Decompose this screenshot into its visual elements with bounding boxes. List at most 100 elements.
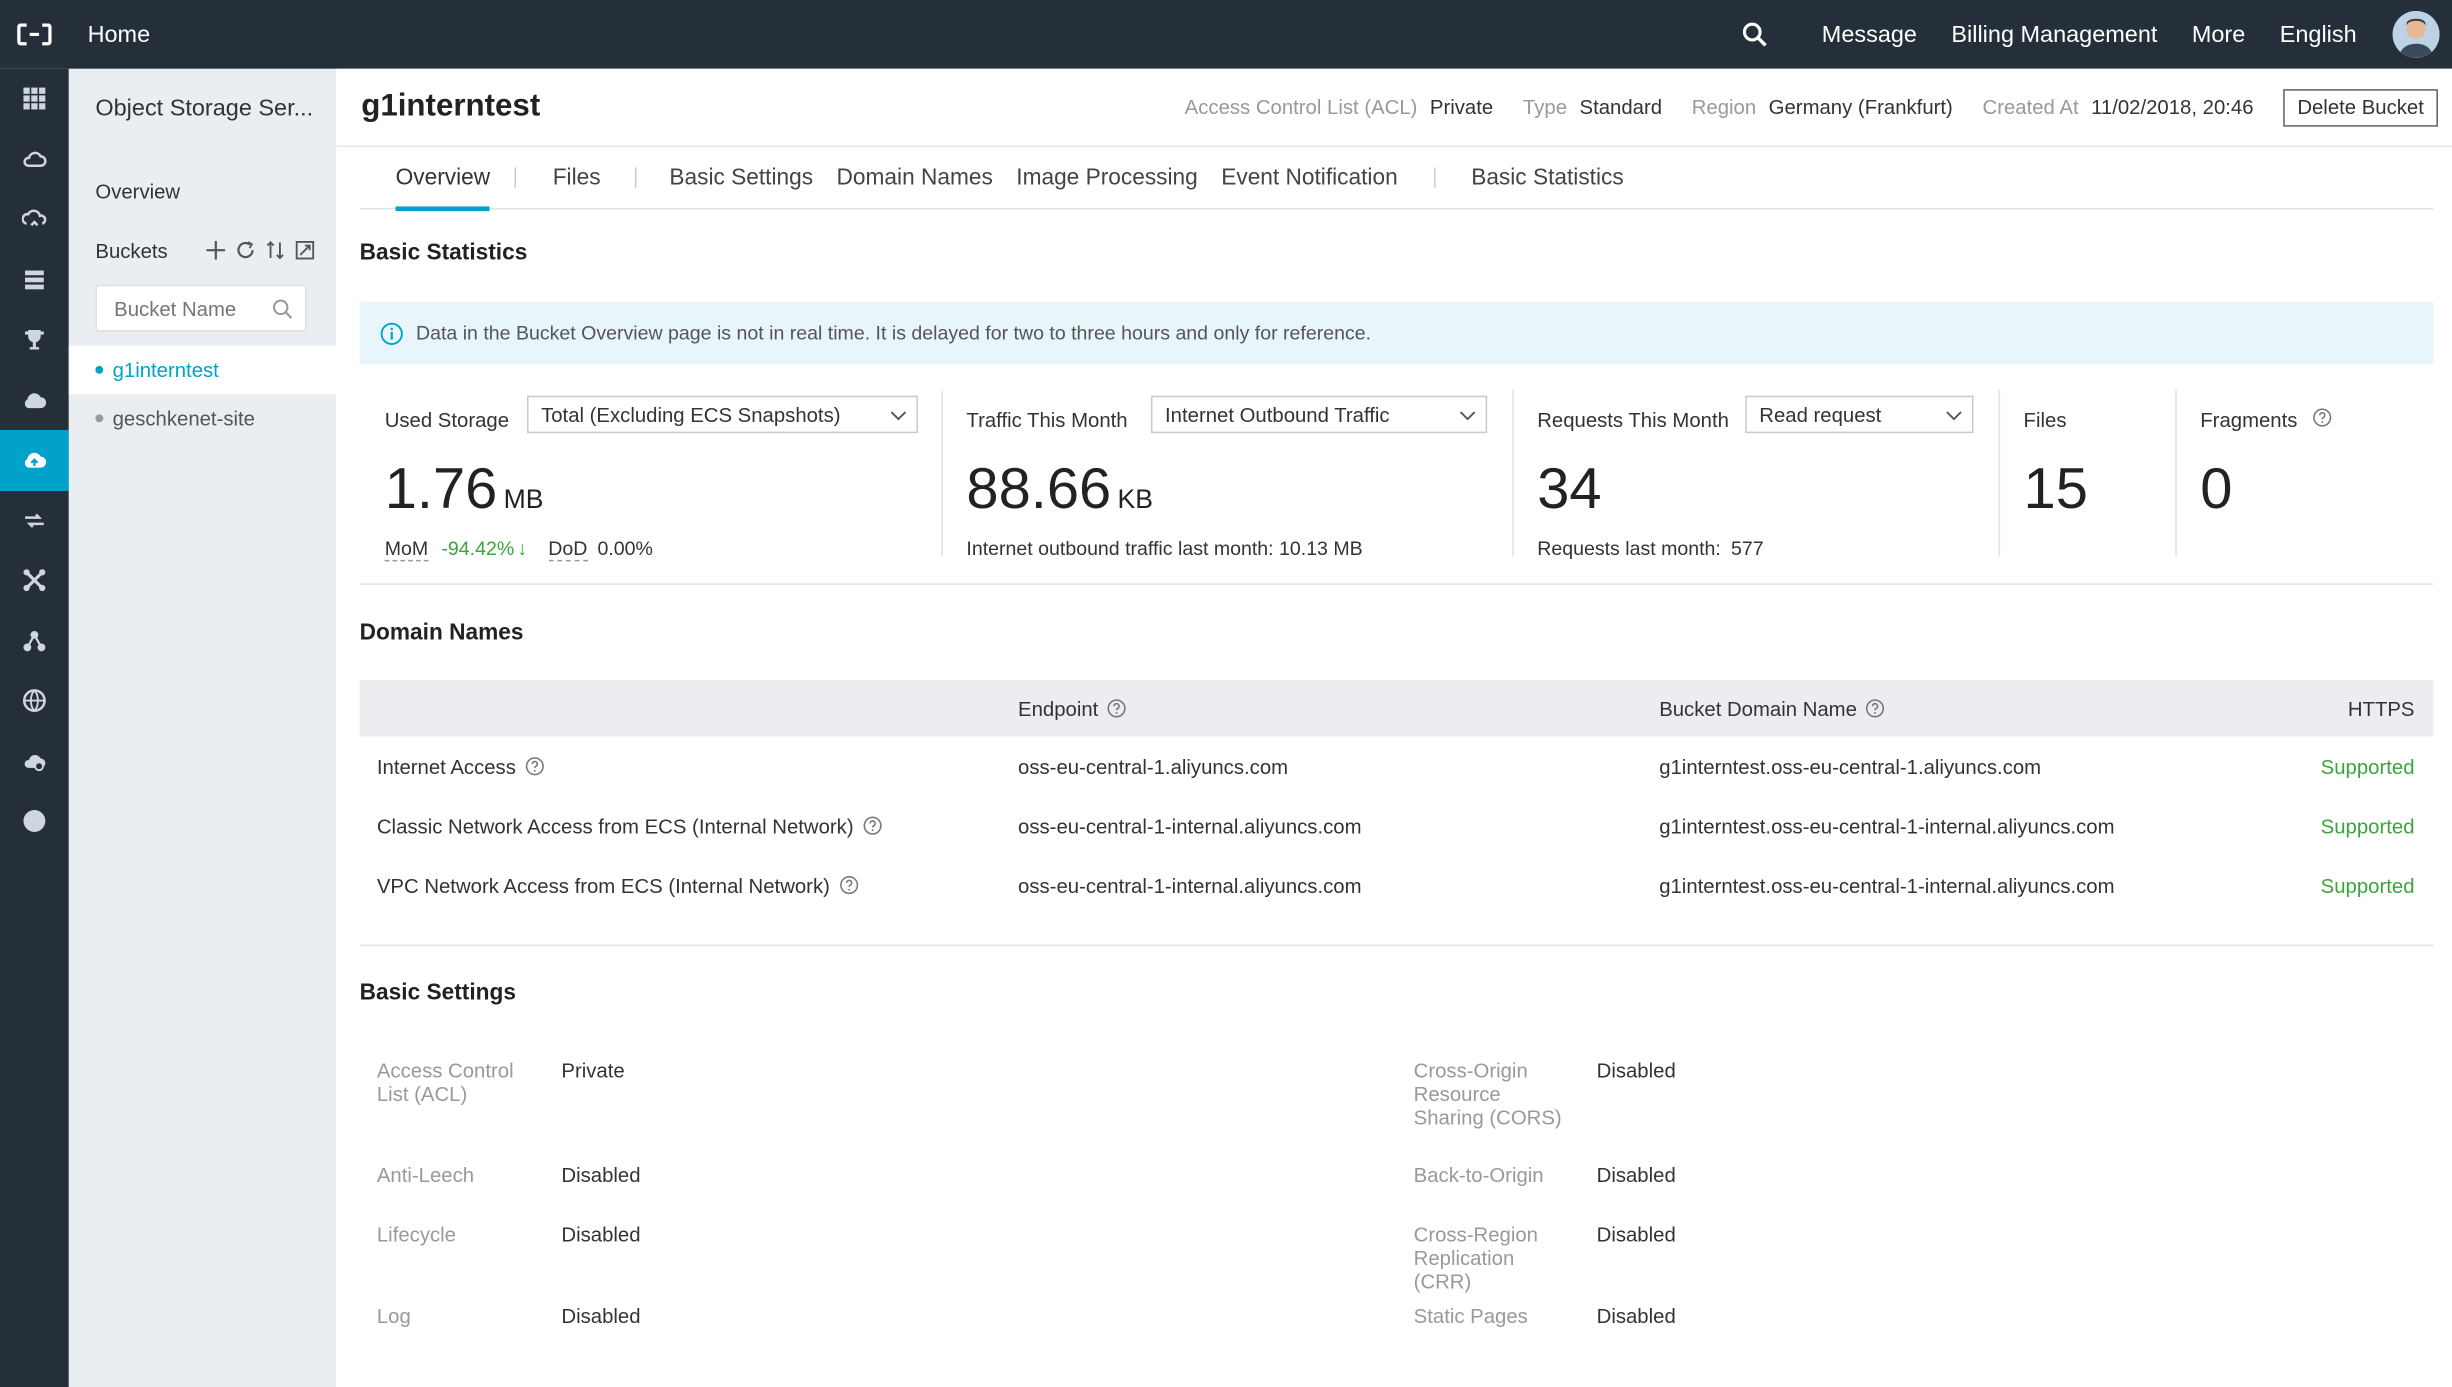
cloud-up-icon[interactable] xyxy=(0,370,69,430)
scissors-icon[interactable] xyxy=(0,550,69,610)
network-icon[interactable] xyxy=(0,611,69,671)
tab-overview[interactable]: Overview xyxy=(395,146,491,211)
cloud-icon[interactable] xyxy=(0,129,69,189)
fragments-stat: Fragments 0 xyxy=(2200,388,2419,557)
bucket-domain-cell: g1interntest.oss-eu-central-1-internal.a… xyxy=(1659,873,2115,897)
help-icon[interactable] xyxy=(863,816,882,835)
tab-image-processing[interactable]: Image Processing xyxy=(1016,146,1197,209)
region-label: Region xyxy=(1691,95,1757,119)
setting-value-anti-leech: Disabled xyxy=(561,1163,641,1187)
setting-value-static-pages: Disabled xyxy=(1596,1304,1676,1328)
aliyun-logo-icon[interactable] xyxy=(0,0,69,69)
cloud-sync-icon[interactable] xyxy=(0,189,69,249)
traffic-value: 88.66 KB xyxy=(966,457,1153,523)
info-notice: Data in the Bucket Overview page is not … xyxy=(359,301,2434,365)
used-storage-unit: MB xyxy=(503,484,544,515)
bucket-dot-icon xyxy=(95,414,104,423)
billing-management-link[interactable]: Billing Management xyxy=(1951,21,2157,48)
search-icon[interactable] xyxy=(1723,22,1786,47)
created-label: Created At xyxy=(1982,95,2079,119)
access-type-label: Classic Network Access from ECS (Interna… xyxy=(376,813,854,838)
bucket-domain-header-label: Bucket Domain Name xyxy=(1659,696,1857,721)
product-rail xyxy=(0,68,69,1387)
circle-icon[interactable] xyxy=(0,791,69,851)
sidebar-item-overview[interactable]: Overview xyxy=(69,163,336,219)
arrow-down-icon: ↓ xyxy=(517,537,528,560)
setting-key-lifecycle: Lifecycle xyxy=(376,1222,456,1247)
help-icon[interactable] xyxy=(525,757,544,776)
setting-key-acl: Access Control List (ACL) xyxy=(376,1058,514,1106)
help-icon[interactable] xyxy=(2312,408,2331,427)
tab-domain-names[interactable]: Domain Names xyxy=(837,146,993,209)
access-type-cell: Classic Network Access from ECS (Interna… xyxy=(377,814,882,837)
fragments-label: Fragments xyxy=(2200,408,2298,432)
https-status-cell: Supported xyxy=(2320,754,2415,778)
created-value: 11/02/2018, 20:46 xyxy=(2091,95,2254,119)
traffic-type-select[interactable]: Internet Outbound Traffic xyxy=(1150,395,1488,434)
oss-icon[interactable] xyxy=(0,430,69,491)
traffic-last-month: Internet outbound traffic last month: 10… xyxy=(966,537,1363,560)
access-type-cell: Internet Access xyxy=(377,755,544,778)
setting-value-acl: Private xyxy=(561,1058,625,1083)
expand-icon[interactable] xyxy=(294,239,316,261)
tab-separator xyxy=(1433,167,1436,188)
setting-key-back-to-origin: Back-to-Origin xyxy=(1413,1163,1544,1187)
files-value: 15 xyxy=(2023,456,2088,521)
message-link[interactable]: Message xyxy=(1822,21,1917,48)
endpoint-cell: oss-eu-central-1-internal.aliyuncs.com xyxy=(1018,873,1362,897)
tab-event-notification[interactable]: Event Notification xyxy=(1221,146,1397,209)
cloud-gear-icon[interactable] xyxy=(0,731,69,791)
tab-files[interactable]: Files xyxy=(553,146,601,209)
avatar[interactable] xyxy=(2392,10,2440,58)
domain-names-table: Endpoint Bucket Domain Name HTTPS Intern… xyxy=(359,680,2434,915)
route-icon[interactable] xyxy=(0,490,69,550)
apps-grid-icon[interactable] xyxy=(0,69,69,129)
endpoint-cell: oss-eu-central-1.aliyuncs.com xyxy=(1018,754,1289,778)
fragments-header: Fragments xyxy=(2200,408,2331,432)
trophy-icon[interactable] xyxy=(0,310,69,370)
help-icon[interactable] xyxy=(1107,699,1127,718)
language-selector[interactable]: English xyxy=(2280,21,2357,48)
database-icon[interactable] xyxy=(0,249,69,309)
bucket-label: g1interntest xyxy=(112,358,219,382)
top-bar: Home Message Billing Management More Eng… xyxy=(0,0,2452,69)
setting-key-cors: Cross-Origin Resource Sharing (CORS) xyxy=(1413,1058,1562,1130)
setting-key-log: Log xyxy=(376,1304,411,1328)
bucket-item-geschkenet-site[interactable]: geschkenet-site xyxy=(69,394,336,442)
endpoint-column-header: Endpoint xyxy=(1018,697,1127,720)
home-link[interactable]: Home xyxy=(88,21,151,48)
table-header: Endpoint Bucket Domain Name HTTPS xyxy=(359,680,2434,737)
bucket-item-g1interntest[interactable]: g1interntest xyxy=(68,345,337,395)
sidebar-title: Object Storage Ser... xyxy=(95,94,314,122)
more-menu[interactable]: More xyxy=(2192,21,2245,48)
endpoint-cell: oss-eu-central-1-internal.aliyuncs.com xyxy=(1018,813,1362,838)
add-bucket-icon[interactable] xyxy=(205,239,227,261)
request-type-select[interactable]: Read request xyxy=(1745,395,1974,434)
storage-trend: MoM -94.42% ↓ DoD 0.00% xyxy=(384,537,653,562)
help-icon[interactable] xyxy=(839,876,858,895)
bucket-search-box xyxy=(95,284,307,332)
requests-last-month: Requests last month: 577 xyxy=(1537,538,1763,560)
chevron-down-icon xyxy=(890,411,907,421)
traffic-unit: KB xyxy=(1117,484,1153,515)
sort-icon[interactable] xyxy=(265,239,287,261)
search-icon[interactable] xyxy=(272,298,293,318)
storage-type-select[interactable]: Total (Excluding ECS Snapshots) xyxy=(527,395,918,434)
help-icon[interactable] xyxy=(1866,699,1885,718)
fragments-value: 0 xyxy=(2200,456,2233,521)
tab-separator xyxy=(635,167,637,188)
bucket-search-input[interactable] xyxy=(114,296,271,320)
traffic-stat: Traffic This Month Internet Outbound Tra… xyxy=(966,388,1490,560)
type-value: Standard xyxy=(1579,95,1663,119)
setting-value-log: Disabled xyxy=(561,1304,641,1328)
tab-bar: Overview Files Basic Settings Domain Nam… xyxy=(359,146,2434,211)
acl-value: Private xyxy=(1429,95,1494,119)
delete-bucket-button[interactable]: Delete Bucket xyxy=(2283,88,2438,126)
tab-basic-statistics[interactable]: Basic Statistics xyxy=(1471,146,1623,209)
table-row: Internet Access oss-eu-central-1.aliyunc… xyxy=(360,737,2434,796)
buckets-header: Buckets xyxy=(69,222,336,278)
globe-icon[interactable] xyxy=(0,671,69,731)
main-content: g1interntest Access Control List (ACL) P… xyxy=(336,68,2452,1387)
refresh-icon[interactable] xyxy=(235,239,257,261)
tab-basic-settings[interactable]: Basic Settings xyxy=(669,146,813,209)
